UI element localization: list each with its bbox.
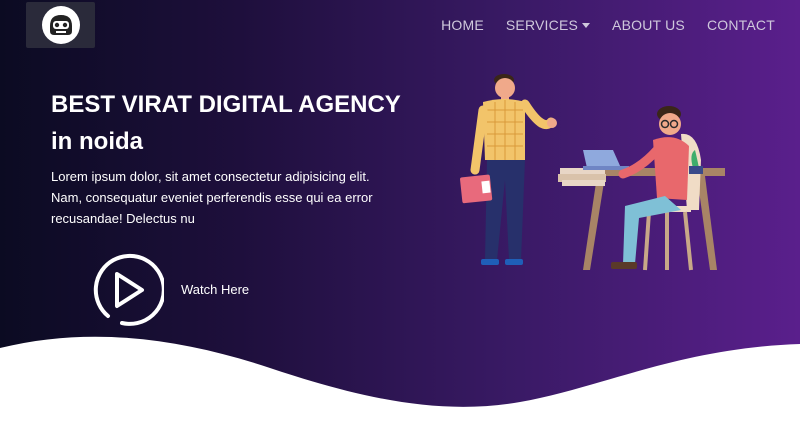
hero-section: HOME SERVICES ABOUT US CONTACT BEST VIRA… <box>0 0 800 443</box>
nav-contact-label: CONTACT <box>706 17 775 33</box>
main-nav: HOME SERVICES ABOUT US CONTACT <box>441 17 775 33</box>
office-people-illustration <box>455 70 745 280</box>
hero-title-line1: BEST VIRAT DIGITAL AGENCY <box>51 91 401 118</box>
nav-about-label: ABOUT US <box>612 17 685 33</box>
wave-divider <box>0 336 800 443</box>
caret-down-icon <box>582 23 591 28</box>
nav-contact[interactable]: CONTACT <box>707 17 775 33</box>
nav-services[interactable]: SERVICES <box>505 17 591 33</box>
watch-here-link[interactable]: Watch Here <box>181 282 249 297</box>
hero-title: BEST VIRAT DIGITAL AGENCY in noida <box>51 86 431 160</box>
nav-home[interactable]: HOME <box>441 17 484 33</box>
play-circle-icon[interactable] <box>88 252 166 328</box>
hero-description: Lorem ipsum dolor, sit amet consectetur … <box>51 169 373 226</box>
nav-home-label: HOME <box>441 17 484 33</box>
nav-services-label: SERVICES <box>505 17 579 33</box>
helmet-logo-icon <box>41 6 80 44</box>
hero-title-line2: in noida <box>51 128 143 155</box>
nav-about-us[interactable]: ABOUT US <box>612 17 685 33</box>
logo[interactable] <box>26 2 95 48</box>
